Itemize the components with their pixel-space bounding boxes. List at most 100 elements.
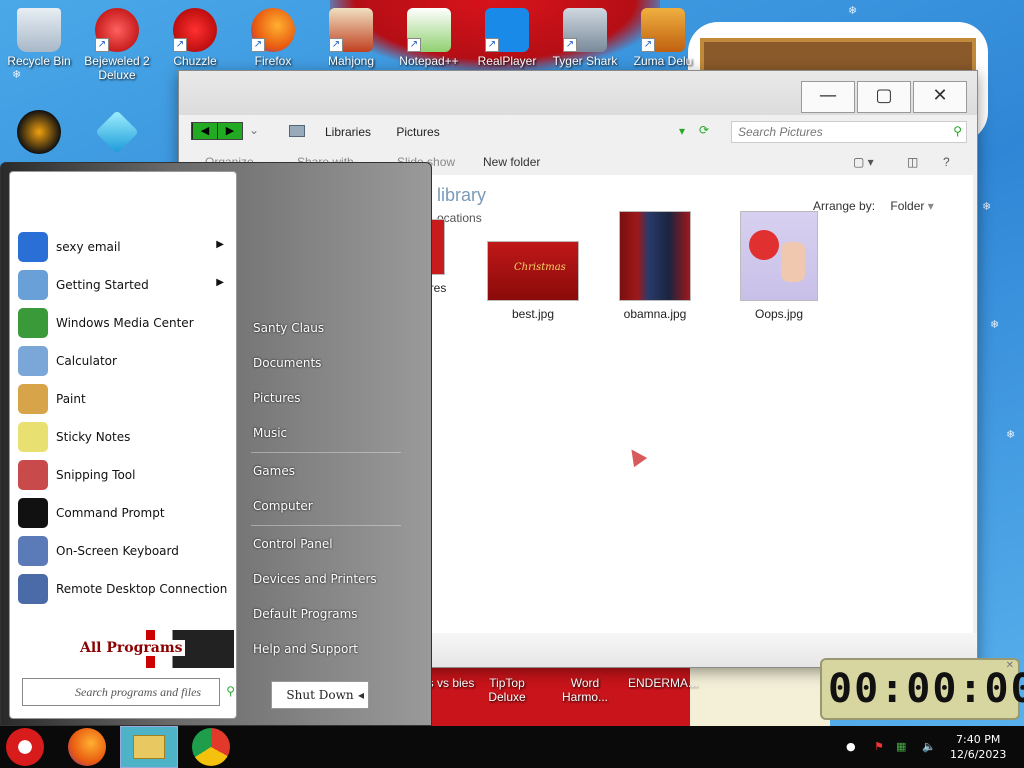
calculator-icon xyxy=(18,346,48,376)
desktop-icon-notepad-plus[interactable]: ↗ Notepad++ xyxy=(390,8,468,68)
refresh-icon[interactable]: ⟳ xyxy=(699,123,709,137)
search-icon[interactable]: ⚲ xyxy=(226,684,235,699)
desktop-icon-diamond[interactable] xyxy=(78,110,156,156)
start-program-item[interactable]: Calculator xyxy=(16,344,230,378)
dropdown-arrow-icon[interactable]: ▾ xyxy=(679,124,685,138)
start-button[interactable] xyxy=(6,728,44,766)
start-link-pictures[interactable]: Pictures xyxy=(253,391,301,405)
start-program-item[interactable]: Getting Started ▶ xyxy=(16,268,230,302)
start-program-item[interactable]: Snipping Tool xyxy=(16,458,230,492)
desktop-icon-enderman[interactable]: ENDERMA... xyxy=(624,676,702,690)
timer-display: 00:00:00 xyxy=(828,666,1024,712)
desktop-icon-chuzzle[interactable]: ↗ Chuzzle xyxy=(156,8,234,68)
chevron-down-icon[interactable]: ⌄ xyxy=(249,123,259,137)
start-program-item[interactable]: Windows Media Center xyxy=(16,306,230,340)
desktop-icon-tyger-shark[interactable]: ↗ Tyger Shark xyxy=(546,8,624,68)
chuzzle-icon: ↗ xyxy=(173,8,217,52)
wallpaper-cream-bottom xyxy=(690,668,830,726)
minimize-button[interactable]: — xyxy=(801,81,855,113)
desktop-icon-word-harmony[interactable]: Word Harmo... xyxy=(548,676,622,704)
start-program-item[interactable]: Command Prompt xyxy=(16,496,230,530)
file-thumbnail[interactable]: Christmas best.jpg xyxy=(485,241,581,321)
desktop-icon-tiptop[interactable]: TipTop Deluxe xyxy=(470,676,544,704)
start-link-music[interactable]: Music xyxy=(253,426,287,440)
breadcrumb-pictures[interactable]: Pictures xyxy=(396,125,439,139)
start-program-item[interactable]: On-Screen Keyboard xyxy=(16,534,230,568)
snowflake-icon: ❄ xyxy=(990,318,1000,331)
media-center-icon xyxy=(18,308,48,338)
start-menu[interactable]: sexy email ▶ Getting Started ▶ Windows Media… xyxy=(0,162,432,726)
view-options-icon[interactable]: ▢ ▾ xyxy=(853,155,874,169)
start-link-santy-claus[interactable]: Santy Claus xyxy=(253,321,324,335)
start-program-item[interactable]: Remote Desktop Connection xyxy=(16,572,230,606)
shark-icon: ↗ xyxy=(563,8,607,52)
taskbar-firefox-icon[interactable] xyxy=(68,728,106,766)
desktop-icon-firefox[interactable]: ↗ Firefox xyxy=(234,8,312,68)
taskbar-chrome-icon[interactable] xyxy=(192,728,230,766)
submenu-arrow-icon[interactable]: ▶ xyxy=(216,239,224,250)
start-link-help-support[interactable]: Help and Support xyxy=(253,642,358,656)
chevron-down-icon[interactable]: ▾ xyxy=(928,199,934,213)
shutdown-options-icon[interactable]: ◂ xyxy=(358,682,364,708)
new-folder-button[interactable]: New folder xyxy=(483,155,540,169)
start-link-control-panel[interactable]: Control Panel xyxy=(253,537,333,551)
recycle-bin-icon xyxy=(17,8,61,52)
desktop-icon-zuma[interactable]: ↗ Zuma Delu xyxy=(624,8,702,68)
network-icon[interactable]: ▦ xyxy=(896,740,906,753)
desktop-icon-bejeweled[interactable]: ↗ Bejeweled 2 Deluxe xyxy=(78,8,156,82)
start-link-computer[interactable]: Computer xyxy=(253,499,313,513)
start-program-item[interactable]: Sticky Notes xyxy=(16,420,230,454)
all-programs-button[interactable]: All Programs xyxy=(14,630,234,668)
arrange-by-dropdown[interactable]: Folder xyxy=(890,199,924,213)
maximize-button[interactable]: ▢ xyxy=(857,81,911,113)
close-icon[interactable]: ✕ xyxy=(1006,660,1014,671)
file-image: Christmas xyxy=(487,241,579,301)
start-link-devices-printers[interactable]: Devices and Printers xyxy=(253,572,377,586)
volume-icon[interactable]: 🔈 xyxy=(922,740,936,753)
pictures-folder-icon xyxy=(289,125,305,137)
mahjong-icon: ↗ xyxy=(329,8,373,52)
firefox-icon: ↗ xyxy=(251,8,295,52)
close-button[interactable]: ✕ xyxy=(913,81,967,113)
submenu-arrow-icon[interactable]: ▶ xyxy=(216,277,224,288)
desktop-icon-mahjong[interactable]: ↗ Mahjong xyxy=(312,8,390,68)
shutdown-button[interactable]: Shut Down ◂ xyxy=(271,681,369,709)
forward-button[interactable]: ▶ xyxy=(218,123,242,139)
start-link-default-programs[interactable]: Default Programs xyxy=(253,607,358,621)
thunderbird-icon xyxy=(18,232,48,262)
paint-icon xyxy=(18,384,48,414)
back-button[interactable]: ◀ xyxy=(193,123,217,139)
preview-pane-icon[interactable]: ◫ xyxy=(907,155,918,169)
search-icon[interactable]: ⚲ xyxy=(953,124,962,138)
start-separator xyxy=(251,525,401,526)
start-link-games[interactable]: Games xyxy=(253,464,295,478)
search-input[interactable]: Search Pictures ⚲ xyxy=(731,121,967,143)
start-program-item[interactable]: sexy email ▶ xyxy=(16,230,230,264)
start-separator xyxy=(251,452,401,453)
getting-started-icon xyxy=(18,270,48,300)
breadcrumb-libraries[interactable]: Libraries xyxy=(325,125,371,139)
start-link-documents[interactable]: Documents xyxy=(253,356,321,370)
action-center-icon[interactable]: ⚑ xyxy=(874,740,884,753)
desktop-icon-avast[interactable] xyxy=(0,110,78,156)
taskbar-clock[interactable]: 7:40 PM 12/6/2023 xyxy=(950,732,1006,762)
file-thumbnail[interactable]: obamna.jpg xyxy=(615,211,695,321)
taskbar-explorer-button[interactable] xyxy=(120,726,178,768)
snowflake-icon: ❄ xyxy=(848,4,858,17)
keyboard-icon xyxy=(18,536,48,566)
desktop-icon-realplayer[interactable]: ↗ RealPlayer xyxy=(468,8,546,68)
taskbar: ● ⚑ ▦ 🔈 7:40 PM 12/6/2023 xyxy=(0,726,1024,768)
help-icon[interactable]: ? xyxy=(943,155,950,169)
desktop-icon-recycle-bin[interactable]: Recycle Bin xyxy=(0,8,78,68)
start-menu-programs: sexy email ▶ Getting Started ▶ Windows Media… xyxy=(9,171,237,719)
timer-gadget[interactable]: 00:00:00 ✕ xyxy=(820,658,1024,720)
nav-buttons: ◀ ▶ xyxy=(191,122,243,140)
file-image xyxy=(431,219,445,275)
tray-dot-icon[interactable]: ● xyxy=(846,740,856,753)
start-program-item[interactable]: Paint xyxy=(16,382,230,416)
window-titlebar[interactable]: — ▢ ✕ xyxy=(179,71,977,115)
address-bar: ◀ ▶ ⌄ Libraries Pictures ▾ ⟳ Search Pictu… xyxy=(179,117,979,147)
search-programs-input[interactable]: Search programs and files ⚲ xyxy=(22,678,235,706)
file-thumbnail[interactable]: Oops.jpg xyxy=(739,211,819,321)
sticky-notes-icon xyxy=(18,422,48,452)
